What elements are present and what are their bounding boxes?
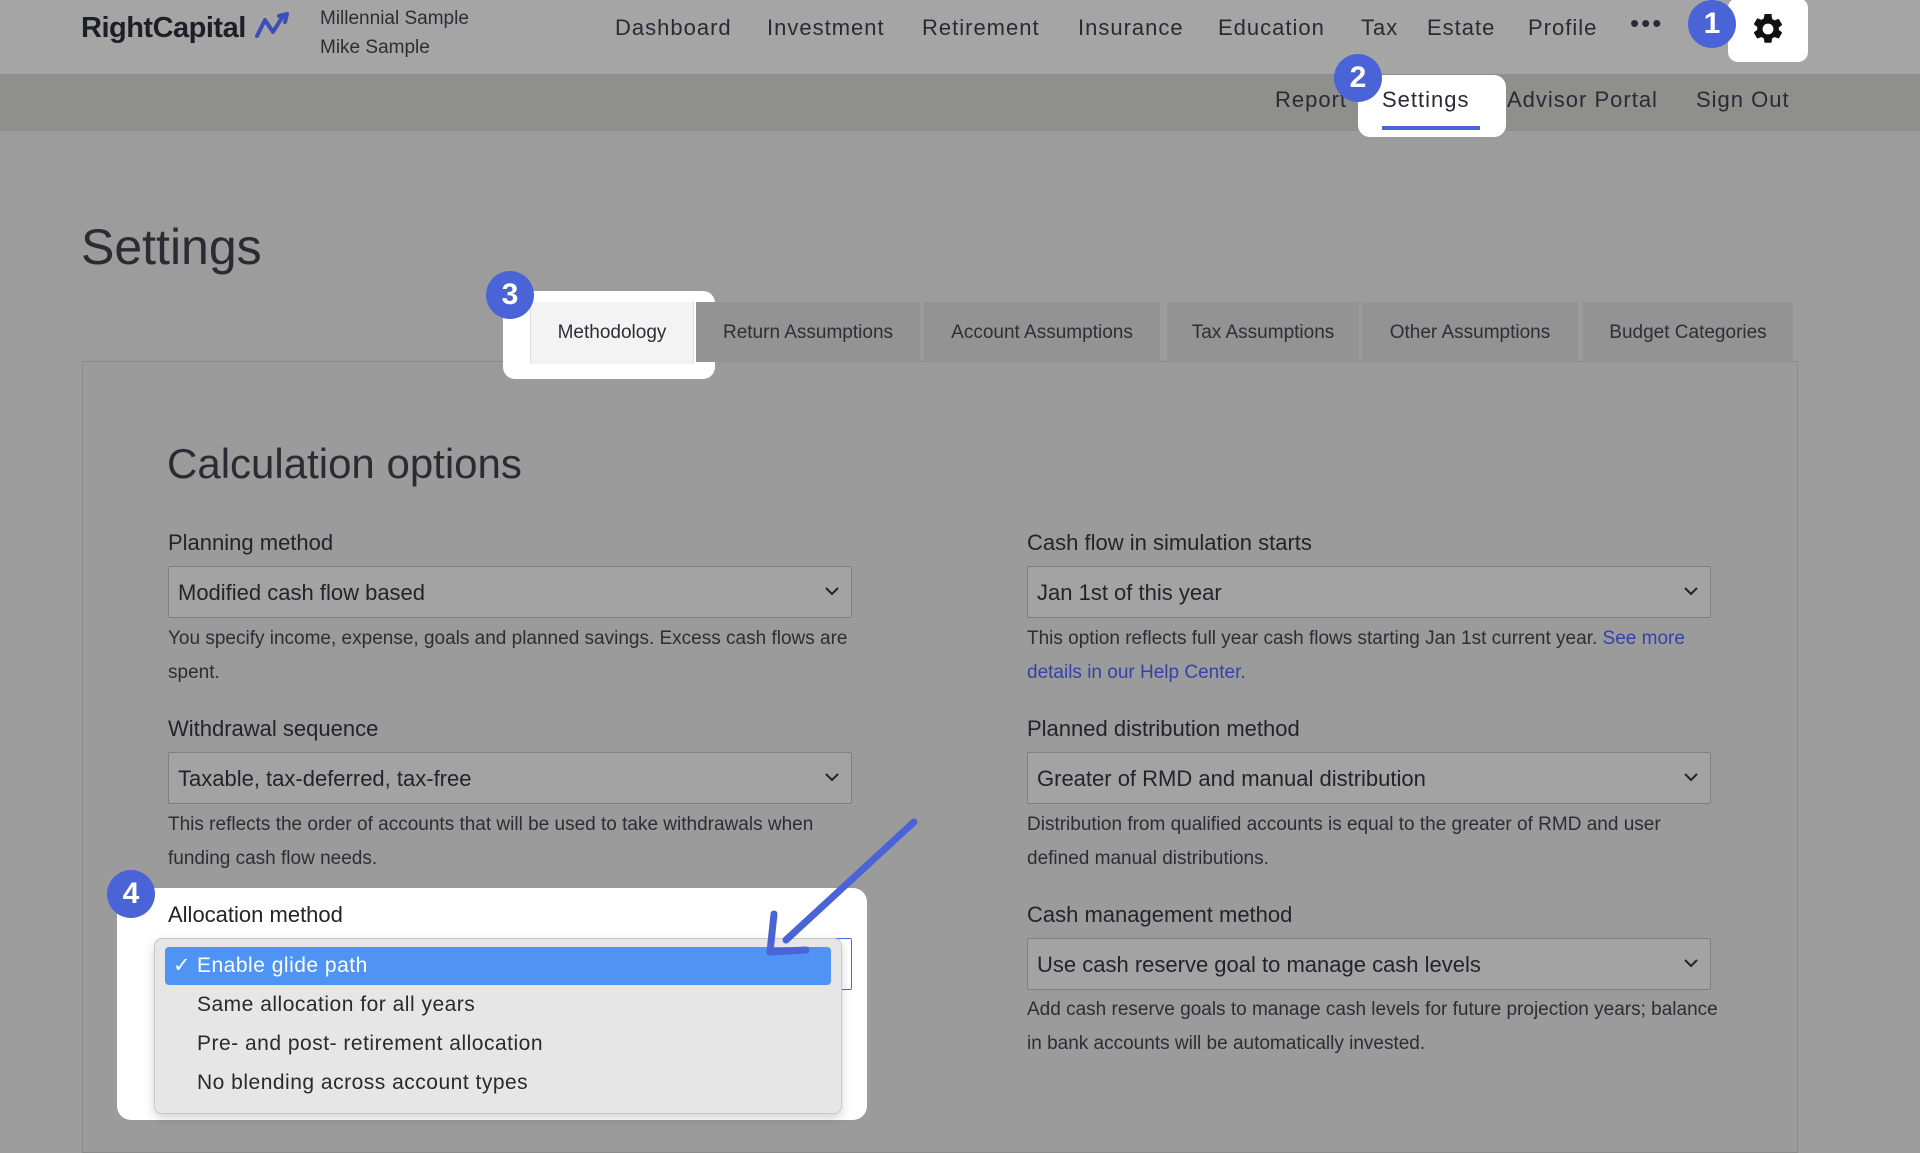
annotation-arrow-icon xyxy=(766,818,918,956)
